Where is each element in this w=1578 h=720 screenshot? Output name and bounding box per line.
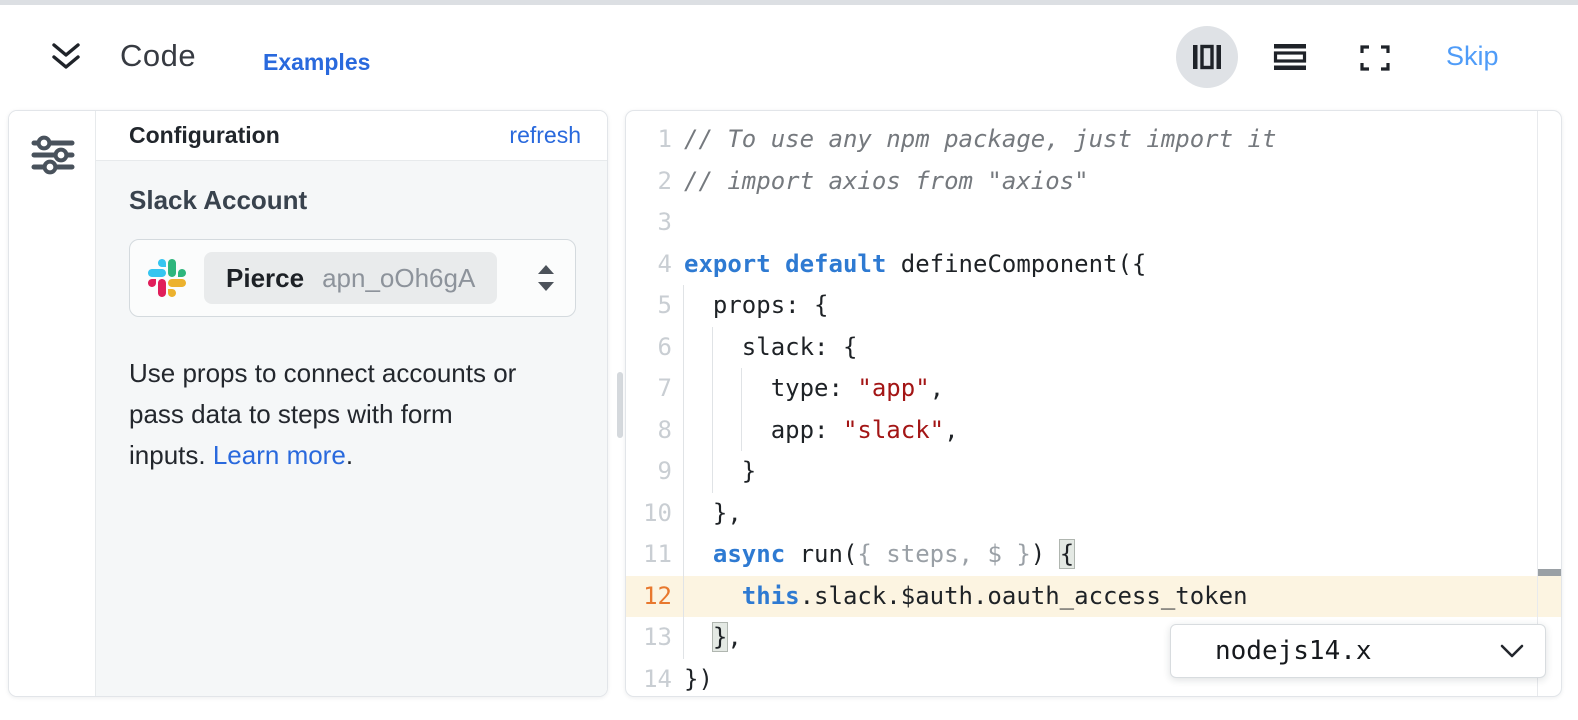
line-number: 5 — [626, 285, 672, 327]
fullscreen-icon — [1360, 44, 1390, 72]
code-line[interactable]: 2// import axios from "axios" — [626, 161, 1561, 203]
code-line[interactable]: 4export default defineComponent({ — [626, 244, 1561, 286]
line-number: 9 — [626, 451, 672, 493]
learn-more-link[interactable]: Learn more — [213, 440, 346, 470]
split-view-button[interactable] — [1176, 26, 1238, 88]
cursor-line-marker — [1538, 569, 1562, 576]
overview-ruler[interactable] — [1537, 111, 1562, 696]
code-line[interactable]: 9 } — [626, 451, 1561, 493]
rows-layout-icon — [1272, 42, 1308, 72]
code-editor[interactable]: 1// To use any npm package, just import … — [625, 110, 1562, 697]
help-line: Use props to connect accounts or — [129, 358, 516, 388]
columns-layout-icon — [1191, 42, 1223, 72]
code-line[interactable]: 8 app: "slack", — [626, 410, 1561, 452]
slack-account-label: Slack Account — [129, 185, 307, 216]
fullscreen-button[interactable] — [1358, 43, 1392, 73]
line-number: 12 — [626, 576, 672, 618]
page-title: Code — [120, 38, 196, 74]
code-line[interactable]: 11 async run({ steps, $ }) { — [626, 534, 1561, 576]
slack-icon — [148, 259, 186, 297]
code-line[interactable]: 7 type: "app", — [626, 368, 1561, 410]
line-number: 1 — [626, 119, 672, 161]
panel-scrollbar-thumb[interactable] — [617, 372, 623, 438]
sliders-icon — [31, 133, 75, 177]
line-number: 10 — [626, 493, 672, 535]
help-period: . — [346, 440, 353, 470]
line-number: 11 — [626, 534, 672, 576]
collapse-step-button[interactable] — [48, 39, 84, 75]
chevron-down-icon — [1499, 642, 1525, 660]
config-side-rail — [9, 111, 96, 696]
code-line[interactable]: 10 }, — [626, 493, 1561, 535]
indent-guide — [741, 368, 742, 451]
configuration-panel: Configuration refresh Slack Account Pier… — [8, 110, 608, 697]
sort-arrows-icon — [535, 263, 557, 293]
code-line[interactable]: 3 — [626, 202, 1561, 244]
config-title: Configuration — [129, 122, 280, 149]
help-line: inputs. — [129, 440, 206, 470]
line-number: 7 — [626, 368, 672, 410]
double-chevron-down-icon — [48, 39, 84, 75]
indent-guide — [683, 285, 684, 659]
config-header-row: Configuration refresh — [96, 111, 607, 161]
help-text: Use props to connect accounts or pass da… — [129, 353, 581, 476]
code-line[interactable]: 6 slack: { — [626, 327, 1561, 369]
help-line: pass data to steps with form — [129, 399, 453, 429]
stacked-view-button[interactable] — [1270, 41, 1310, 73]
code-line[interactable]: 5 props: { — [626, 285, 1561, 327]
account-id: apn_oOh6gA — [322, 263, 475, 294]
line-number: 13 — [626, 617, 672, 659]
line-number: 3 — [626, 202, 672, 244]
header-bar: Code Examples S — [0, 5, 1578, 110]
slack-account-select[interactable]: Pierce apn_oOh6gA — [129, 239, 576, 317]
refresh-link[interactable]: refresh — [509, 122, 581, 149]
line-number: 6 — [626, 327, 672, 369]
skip-link[interactable]: Skip — [1446, 41, 1499, 72]
account-name: Pierce — [226, 263, 304, 294]
line-number: 8 — [626, 410, 672, 452]
code-line[interactable]: 1// To use any npm package, just import … — [626, 119, 1561, 161]
config-content: Slack Account Pierce apn_oOh6gA — [96, 161, 607, 696]
runtime-select[interactable]: nodejs14.x — [1170, 624, 1546, 678]
line-number: 14 — [626, 659, 672, 698]
line-number: 4 — [626, 244, 672, 286]
account-pill: Pierce apn_oOh6gA — [204, 252, 497, 304]
code-line[interactable]: 12 this.slack.$auth.oauth_access_token — [626, 576, 1561, 618]
code-lines[interactable]: 1// To use any npm package, just import … — [626, 111, 1561, 696]
line-number: 2 — [626, 161, 672, 203]
examples-link[interactable]: Examples — [263, 49, 370, 76]
indent-guide — [712, 327, 713, 493]
runtime-value: nodejs14.x — [1215, 636, 1372, 666]
